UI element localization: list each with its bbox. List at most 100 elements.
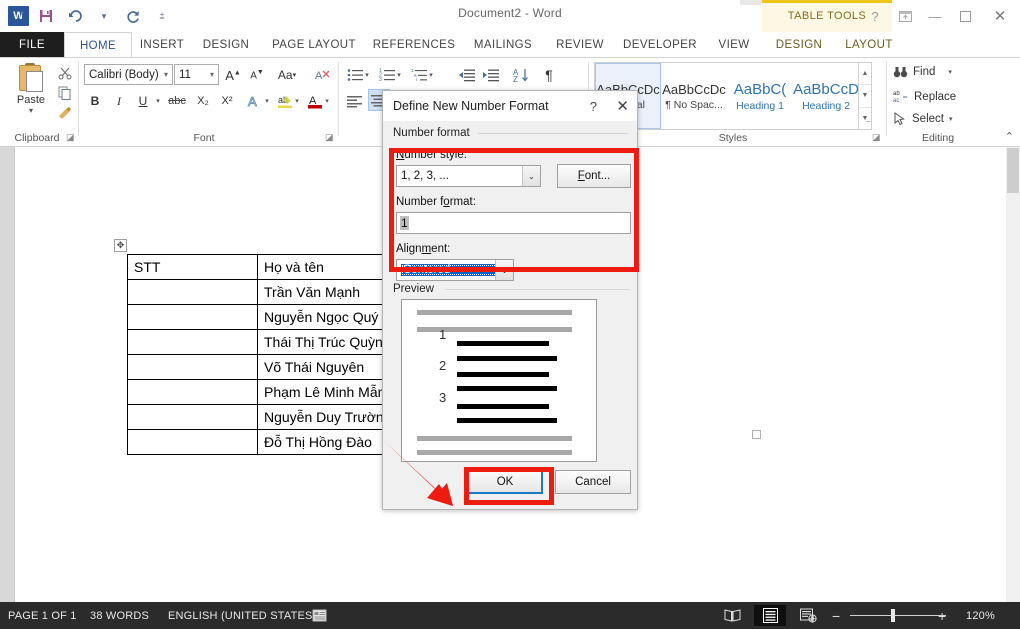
bold-button[interactable]: B xyxy=(84,90,106,112)
text-effects-dropdown-icon[interactable]: ▾ xyxy=(262,94,272,108)
highlight-dropdown-icon[interactable]: ▾ xyxy=(292,94,302,108)
dialog-help-icon[interactable]: ? xyxy=(590,99,597,114)
tab-design[interactable]: DESIGN xyxy=(192,32,260,58)
show-formatting-marks-icon[interactable]: ¶ xyxy=(538,64,560,86)
number-style-combo[interactable]: 1, 2, 3, ... ⌄ xyxy=(396,165,541,187)
superscript-button[interactable]: X² xyxy=(216,90,238,112)
find-button[interactable]: Find ▾ xyxy=(893,65,952,79)
clipboard-dialog-launcher-icon[interactable]: ◪ xyxy=(66,132,75,143)
cell-stt[interactable] xyxy=(128,280,258,305)
vertical-scrollbar[interactable] xyxy=(1006,147,1020,602)
font-name-dropdown-icon[interactable]: ▾ xyxy=(164,70,168,79)
find-dropdown-icon[interactable]: ▾ xyxy=(948,68,952,76)
status-words[interactable]: 38 WORDS xyxy=(90,602,149,629)
multilevel-dropdown-icon[interactable]: ▾ xyxy=(426,68,436,82)
number-format-input[interactable]: 1 xyxy=(396,212,631,234)
grow-font-icon[interactable]: A▲ xyxy=(222,64,244,86)
sort-icon[interactable]: AZ xyxy=(510,64,532,86)
tab-table-layout[interactable]: LAYOUT xyxy=(838,32,900,58)
collapse-ribbon-icon[interactable]: ⌃ xyxy=(1005,130,1014,143)
cell-stt[interactable] xyxy=(128,305,258,330)
styles-dialog-launcher-icon[interactable]: ◪ xyxy=(872,132,881,143)
print-layout-icon[interactable] xyxy=(754,605,786,626)
zoom-slider-track[interactable] xyxy=(850,615,946,616)
paste-dropdown-icon[interactable]: ▾ xyxy=(29,106,33,115)
shrink-font-icon[interactable]: A▼ xyxy=(246,64,268,86)
align-left-icon[interactable] xyxy=(344,90,366,112)
dialog-close-icon[interactable]: ✕ xyxy=(616,97,629,115)
cancel-button[interactable]: Cancel xyxy=(555,470,631,494)
style-item-no-spacing[interactable]: AaBbCcDc ¶ No Spac... xyxy=(661,63,727,129)
cell-header-stt[interactable]: STT xyxy=(128,255,258,280)
scroll-up-icon[interactable]: ▲ xyxy=(859,63,871,85)
font-button[interactable]: Font... xyxy=(557,164,631,188)
style-item-heading-2[interactable]: AaBbCcD Heading 2 xyxy=(793,63,859,129)
chevron-down-icon[interactable]: ⌄ xyxy=(522,166,540,186)
cell-stt[interactable] xyxy=(128,430,258,455)
font-size-value: 11 xyxy=(179,69,191,81)
cell-stt[interactable] xyxy=(128,355,258,380)
dialog-title-bar[interactable]: Define New Number Format ? ✕ xyxy=(383,91,637,121)
zoom-level[interactable]: 120% xyxy=(966,602,995,629)
scissors-icon[interactable] xyxy=(55,64,75,82)
styles-gallery-scrollbar[interactable]: ▲ ▼ ▼̲ xyxy=(858,62,872,130)
font-size-box[interactable]: 11 ▾ xyxy=(174,64,219,85)
copy-icon[interactable] xyxy=(55,84,75,102)
numbering-dropdown-icon[interactable]: ▾ xyxy=(394,68,404,82)
clear-formatting-icon[interactable]: A xyxy=(312,64,334,86)
tab-view[interactable]: VIEW xyxy=(706,32,762,58)
tab-home[interactable]: HOME xyxy=(64,32,132,59)
section-rule-preview xyxy=(445,289,629,290)
font-dialog-launcher-icon[interactable]: ◪ xyxy=(325,132,334,143)
cell-stt[interactable] xyxy=(128,330,258,355)
table-resize-handle-icon[interactable] xyxy=(752,430,761,439)
change-case-icon[interactable]: Aa ▾ xyxy=(272,66,302,84)
more-styles-icon[interactable]: ▼̲ xyxy=(859,108,871,129)
ribbon-display-options-icon[interactable] xyxy=(890,1,920,31)
underline-button[interactable]: U xyxy=(132,90,154,112)
tab-file[interactable]: FILE xyxy=(0,32,64,58)
format-painter-icon[interactable] xyxy=(55,104,75,122)
italic-button[interactable]: I xyxy=(108,90,130,112)
paste-button[interactable]: Paste ▾ xyxy=(8,62,54,128)
web-layout-icon[interactable] xyxy=(792,605,824,626)
chevron-down-icon[interactable]: ⌄ xyxy=(495,260,513,280)
scrollbar-thumb[interactable] xyxy=(1007,148,1019,193)
strikethrough-button[interactable]: abc xyxy=(166,90,188,112)
status-page[interactable]: PAGE 1 OF 1 xyxy=(8,602,77,629)
tab-review[interactable]: REVIEW xyxy=(546,32,614,58)
subscript-button[interactable]: X₂ xyxy=(192,90,214,112)
alignment-combo[interactable]: Centered ⌄ xyxy=(396,259,514,281)
underline-dropdown-icon[interactable]: ▾ xyxy=(153,94,163,108)
status-language[interactable]: ENGLISH (UNITED STATES) xyxy=(168,602,316,629)
increase-indent-icon[interactable] xyxy=(480,64,502,86)
font-color-dropdown-icon[interactable]: ▾ xyxy=(322,94,332,108)
cell-stt[interactable] xyxy=(128,405,258,430)
tab-developer[interactable]: DEVELOPER xyxy=(614,32,706,58)
decrease-indent-icon[interactable] xyxy=(456,64,478,86)
scroll-down-icon[interactable]: ▼ xyxy=(859,85,871,107)
bullets-dropdown-icon[interactable]: ▾ xyxy=(362,68,372,82)
cell-stt[interactable] xyxy=(128,380,258,405)
read-mode-icon[interactable] xyxy=(716,605,748,626)
font-name-box[interactable]: Calibri (Body) ▾ xyxy=(84,64,173,85)
style-item-heading-1[interactable]: AaBbC( Heading 1 xyxy=(727,63,793,129)
zoom-slider-thumb[interactable] xyxy=(891,609,895,622)
select-button[interactable]: Select ▾ xyxy=(893,112,952,126)
tab-mailings[interactable]: MAILINGS xyxy=(460,32,546,58)
tab-insert[interactable]: INSERT xyxy=(132,32,192,58)
proofing-errors-icon[interactable] xyxy=(312,602,328,629)
minimize-icon[interactable]: — xyxy=(920,1,950,31)
tab-table-design[interactable]: DESIGN xyxy=(768,32,830,58)
maximize-icon[interactable] xyxy=(950,1,980,31)
tab-page-layout[interactable]: PAGE LAYOUT xyxy=(260,32,368,58)
select-dropdown-icon[interactable]: ▾ xyxy=(949,115,953,123)
help-icon[interactable]: ? xyxy=(860,1,890,31)
tab-references[interactable]: REFERENCES xyxy=(368,32,460,58)
close-icon[interactable]: ✕ xyxy=(980,1,1020,31)
zoom-out-icon[interactable]: − xyxy=(832,602,840,629)
font-size-dropdown-icon[interactable]: ▾ xyxy=(210,70,214,79)
replace-button[interactable]: abac Replace xyxy=(893,89,956,104)
table-move-handle-icon[interactable]: ✥ xyxy=(114,239,127,252)
zoom-in-icon[interactable]: + xyxy=(938,602,946,629)
